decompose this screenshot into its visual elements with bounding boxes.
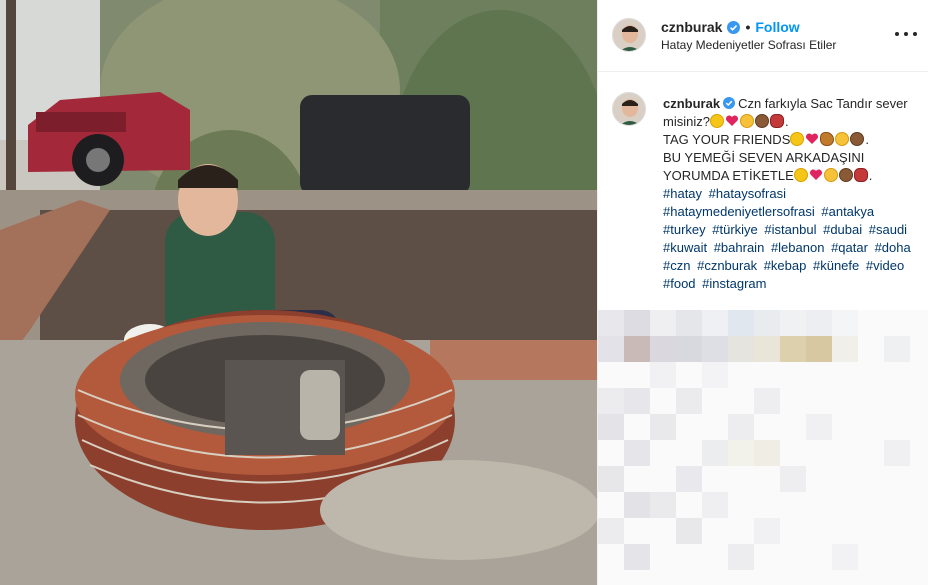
hashtag-link[interactable]: #dubai xyxy=(823,222,862,237)
hashtag-link[interactable]: #qatar xyxy=(831,240,868,255)
see-no-evil-monkey-emoji-icon xyxy=(850,132,865,146)
verified-badge-icon xyxy=(727,20,741,34)
hashtag-list: #hatay #hataysofrasi #hataymedeniyetlers… xyxy=(663,186,914,291)
hashtag-link[interactable]: #kuwait xyxy=(663,240,707,255)
hashtag-link[interactable]: #kebap xyxy=(764,258,807,273)
hashtag-link[interactable]: #doha xyxy=(875,240,911,255)
avatar-image xyxy=(613,19,645,51)
hashtag-link[interactable]: #türkiye xyxy=(712,222,758,237)
verified-badge-icon xyxy=(723,97,736,109)
hashtag-link[interactable]: #cznburak xyxy=(697,258,757,273)
avatar[interactable] xyxy=(612,18,646,52)
post-media[interactable] xyxy=(0,0,597,585)
caption-text: cznburak Czn farkıyla Sac Tandır sever mi… xyxy=(663,95,918,293)
avatar-image xyxy=(613,93,645,125)
more-horizontal-icon[interactable] xyxy=(895,27,917,41)
hashtag-link[interactable]: #turkey xyxy=(663,222,706,237)
separator-dot: • xyxy=(745,19,751,35)
hashtag-link[interactable]: #lebanon xyxy=(771,240,825,255)
heart-emoji-icon xyxy=(725,115,738,126)
caption-comment: cznburak Czn farkıyla Sac Tandır sever mi… xyxy=(598,72,928,302)
smiling-emoji-icon xyxy=(823,168,838,182)
follow-button[interactable]: Follow xyxy=(755,19,799,35)
heart-emoji-icon xyxy=(809,169,822,180)
post-photo xyxy=(0,0,597,585)
hashtag-link[interactable]: #saudi xyxy=(869,222,907,237)
header-user-line: cznburak • Follow xyxy=(661,19,800,35)
laughing-emoji-icon xyxy=(793,168,808,182)
meat-emoji-icon xyxy=(853,168,868,182)
see-no-evil-monkey-emoji-icon xyxy=(754,114,769,128)
heart-emoji-icon xyxy=(806,133,819,144)
hashtag-link[interactable]: #food xyxy=(663,276,696,291)
smiling-emoji-icon xyxy=(739,114,754,128)
caption-line-2: TAG YOUR FRIENDS xyxy=(663,132,791,147)
hashtag-link[interactable]: #bahrain xyxy=(714,240,765,255)
blurred-comments xyxy=(598,310,928,585)
post-header: cznburak • Follow Hatay Medeniyetler Sof… xyxy=(598,0,928,72)
hashtag-link[interactable]: #antakya xyxy=(821,204,874,219)
hashtag-link[interactable]: #hataymedeniyetlersofrasi xyxy=(663,204,815,219)
caption-username-link[interactable]: cznburak xyxy=(663,96,720,111)
hashtag-link[interactable]: #hataysofrasi xyxy=(709,186,786,201)
caption-avatar[interactable] xyxy=(612,92,646,126)
post-sidebar: cznburak • Follow Hatay Medeniyetler Sof… xyxy=(597,0,928,585)
hashtag-link[interactable]: #istanbul xyxy=(764,222,816,237)
username-link[interactable]: cznburak xyxy=(661,19,722,35)
meat-emoji-icon xyxy=(769,114,784,128)
see-no-evil-monkey-emoji-icon xyxy=(838,168,853,182)
hashtag-link[interactable]: #instagram xyxy=(702,276,766,291)
hashtag-link[interactable]: #hatay xyxy=(663,186,702,201)
laughing-emoji-icon xyxy=(790,132,805,146)
smiling-emoji-icon xyxy=(835,132,850,146)
poultry-leg-emoji-icon xyxy=(820,132,835,146)
hashtag-link[interactable]: #video xyxy=(866,258,904,273)
hashtag-link[interactable]: #czn xyxy=(663,258,690,273)
laughing-emoji-icon xyxy=(709,114,724,128)
location-link[interactable]: Hatay Medeniyetler Sofrası Etiler xyxy=(661,38,836,52)
hashtag-link[interactable]: #künefe xyxy=(813,258,859,273)
pixelated-comments-area xyxy=(598,310,928,585)
